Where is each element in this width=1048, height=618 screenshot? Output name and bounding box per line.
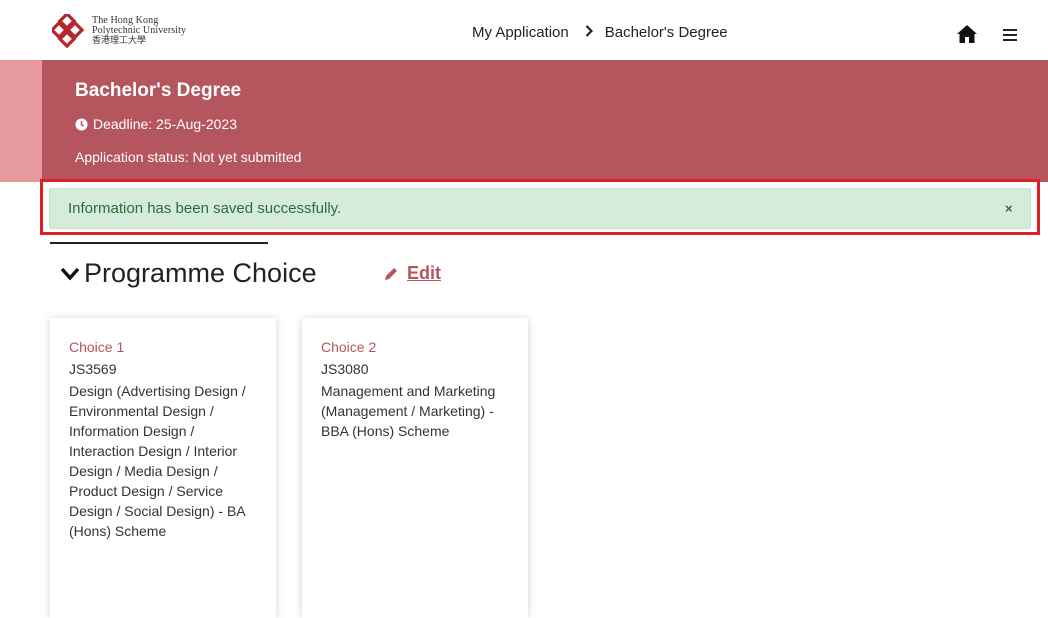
- programme-code: JS3080: [321, 361, 369, 377]
- banner-title: Bachelor's Degree: [75, 80, 242, 101]
- section-divider: [50, 242, 268, 244]
- polyu-logo[interactable]: The Hong Kong Polytechnic University 香港理…: [52, 12, 186, 50]
- choice-label: Choice 2: [321, 339, 377, 355]
- programme-choice-card-1[interactable]: Choice 1 JS3569 Design (Advertising Desi…: [50, 318, 276, 618]
- home-button[interactable]: [956, 24, 978, 44]
- programme-code: JS3569: [69, 361, 117, 377]
- application-status: Application status: Not yet submitted: [75, 149, 302, 165]
- hamburger-line: [1003, 39, 1017, 41]
- hamburger-line: [1003, 34, 1017, 36]
- polyu-emblem-icon: [52, 14, 85, 48]
- deadline-text: Deadline: 25-Aug-2023: [93, 116, 237, 132]
- edit-button[interactable]: Edit: [383, 263, 441, 284]
- hamburger-menu-button[interactable]: [1003, 29, 1017, 41]
- edit-link[interactable]: Edit: [407, 263, 441, 284]
- choice-label: Choice 1: [69, 339, 125, 355]
- chevron-down-icon: [60, 267, 80, 281]
- home-icon: [957, 25, 977, 43]
- alert-message: Information has been saved successfully.: [68, 200, 342, 217]
- chevron-right-icon: [585, 24, 593, 41]
- alert-close-button[interactable]: ×: [1005, 201, 1013, 216]
- logo-line-2: Polytechnic University: [92, 25, 187, 36]
- programme-name: Design (Advertising Design / Environment…: [69, 383, 246, 539]
- pencil-icon: [385, 267, 397, 280]
- clock-icon: [75, 117, 88, 131]
- section-title: Programme Choice: [84, 258, 317, 288]
- deadline-row: Deadline: 25-Aug-2023: [75, 116, 237, 132]
- success-alert: Information has been saved successfully.…: [49, 188, 1031, 229]
- programme-choice-toggle[interactable]: Programme Choice: [60, 258, 317, 289]
- banner-left-accent: [0, 60, 42, 182]
- application-banner: Bachelor's Degree Deadline: 25-Aug-2023 …: [42, 60, 1048, 182]
- logo-line-3: 香港理工大學: [92, 36, 147, 46]
- top-navigation-bar: The Hong Kong Polytechnic University 香港理…: [0, 0, 1048, 60]
- hamburger-menu-icon: [1003, 29, 1017, 31]
- breadcrumb-bachelors-degree: Bachelor's Degree: [604, 24, 728, 41]
- breadcrumb-my-application[interactable]: My Application: [472, 24, 569, 41]
- programme-name: Management and Marketing (Management / M…: [321, 383, 496, 439]
- breadcrumb: My Application Bachelor's Degree: [472, 24, 728, 41]
- programme-choice-card-2[interactable]: Choice 2 JS3080 Management and Marketing…: [302, 318, 528, 618]
- university-name: The Hong Kong Polytechnic University 香港理…: [92, 16, 187, 47]
